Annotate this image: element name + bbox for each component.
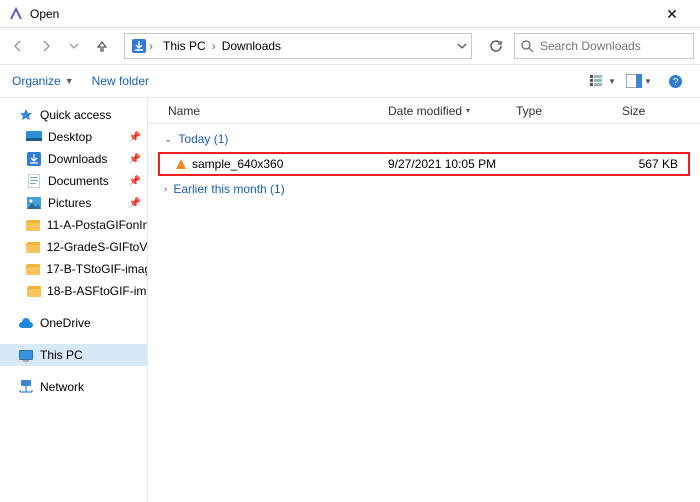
sidebar-folder-4[interactable]: 18-B-ASFtoGIF-ima	[0, 280, 147, 302]
sidebar-quick-access[interactable]: Quick access	[0, 104, 147, 126]
sidebar-label: Pictures	[48, 196, 91, 210]
organize-button[interactable]: Organize ▼	[12, 74, 74, 88]
downloads-icon	[131, 38, 147, 54]
help-button[interactable]: ?	[662, 70, 688, 92]
address-bar[interactable]: › This PC › Downloads	[124, 33, 472, 59]
sidebar-label: Downloads	[48, 152, 107, 166]
search-box[interactable]	[514, 33, 694, 59]
vlc-icon	[176, 159, 186, 169]
chevron-right-icon: ›	[149, 39, 153, 53]
window-title: Open	[30, 7, 652, 21]
new-folder-label: New folder	[92, 74, 149, 88]
downloads-icon	[26, 152, 42, 166]
toolbar: Organize ▼ New folder ▼ ▼ ?	[0, 64, 700, 98]
folder-icon	[26, 240, 41, 254]
nav-bar: › This PC › Downloads	[0, 28, 700, 64]
pin-icon: 📌	[129, 154, 141, 165]
organize-label: Organize	[12, 74, 61, 88]
view-options-button[interactable]: ▼	[590, 70, 616, 92]
sidebar-folder-2[interactable]: 12-GradeS-GIFtoVid	[0, 236, 147, 258]
chevron-down-icon: ⌄	[164, 134, 172, 145]
preview-pane-button[interactable]: ▼	[626, 70, 652, 92]
back-button[interactable]	[6, 34, 30, 58]
title-bar: Open ✕	[0, 0, 700, 28]
breadcrumb-thispc[interactable]: This PC	[157, 39, 212, 53]
folder-icon	[26, 218, 41, 232]
sidebar-pictures[interactable]: Pictures 📌	[0, 192, 147, 214]
refresh-button[interactable]	[482, 33, 510, 59]
column-date[interactable]: Date modified▾	[378, 98, 506, 123]
cloud-icon	[18, 316, 34, 330]
file-list: ⌄ Today (1) sample_640x360 9/27/2021 10:…	[148, 124, 700, 502]
breadcrumb-downloads[interactable]: Downloads	[216, 39, 287, 53]
chevron-down-icon: ▼	[608, 77, 616, 86]
up-button[interactable]	[90, 34, 114, 58]
search-icon	[521, 40, 534, 53]
sidebar-onedrive[interactable]: OneDrive	[0, 312, 147, 334]
sidebar-label: Quick access	[40, 108, 111, 122]
column-size[interactable]: Size	[612, 98, 700, 123]
chevron-right-icon: ›	[164, 184, 167, 195]
star-icon	[18, 108, 34, 122]
pin-icon: 📌	[129, 132, 141, 143]
close-button[interactable]: ✕	[652, 0, 692, 28]
sidebar-folder-3[interactable]: 17-B-TStoGIF-image	[0, 258, 147, 280]
group-earlier[interactable]: › Earlier this month (1)	[154, 178, 694, 200]
pin-icon: 📌	[129, 176, 141, 187]
sidebar-documents[interactable]: Documents 📌	[0, 170, 147, 192]
group-today[interactable]: ⌄ Today (1)	[154, 128, 694, 150]
group-label: Today (1)	[178, 132, 228, 146]
file-date: 9/27/2021 10:05 PM	[378, 157, 506, 171]
new-folder-button[interactable]: New folder	[92, 74, 149, 88]
folder-icon	[26, 262, 40, 276]
file-size: 567 KB	[612, 157, 688, 171]
network-icon	[18, 380, 34, 394]
sidebar-label: 18-B-ASFtoGIF-ima	[47, 284, 147, 298]
sidebar-label: 12-GradeS-GIFtoVid	[47, 240, 147, 254]
sidebar-label: This PC	[40, 348, 83, 362]
column-type[interactable]: Type	[506, 98, 612, 123]
file-list-area: Name Date modified▾ Type Size ⌄ Today (1…	[148, 98, 700, 502]
documents-icon	[26, 174, 42, 188]
pc-icon	[18, 348, 34, 362]
sidebar: Quick access Desktop 📌 Downloads 📌 Docum…	[0, 98, 148, 502]
column-headers: Name Date modified▾ Type Size	[148, 98, 700, 124]
search-input[interactable]	[540, 39, 687, 53]
address-dropdown[interactable]	[457, 41, 467, 51]
svg-text:?: ?	[672, 77, 678, 88]
sidebar-label: Desktop	[48, 130, 92, 144]
sidebar-this-pc[interactable]: This PC	[0, 344, 147, 366]
sidebar-label: 11-A-PostaGIFonIns	[47, 218, 147, 232]
chevron-down-icon: ▼	[644, 77, 652, 86]
desktop-icon	[26, 130, 42, 144]
file-row[interactable]: sample_640x360 9/27/2021 10:05 PM 567 KB	[158, 152, 690, 176]
chevron-down-icon: ▼	[65, 76, 74, 86]
recent-dropdown[interactable]	[62, 34, 86, 58]
breadcrumb-root[interactable]: ›	[127, 38, 157, 54]
chevron-down-icon: ▾	[466, 106, 470, 115]
folder-icon	[26, 284, 41, 298]
sidebar-downloads[interactable]: Downloads 📌	[0, 148, 147, 170]
pin-icon: 📌	[129, 198, 141, 209]
app-icon	[8, 6, 24, 22]
sidebar-folder-1[interactable]: 11-A-PostaGIFonIns	[0, 214, 147, 236]
sidebar-label: Network	[40, 380, 84, 394]
forward-button[interactable]	[34, 34, 58, 58]
group-label: Earlier this month (1)	[173, 182, 284, 196]
sidebar-label: Documents	[48, 174, 109, 188]
sidebar-label: OneDrive	[40, 316, 91, 330]
sidebar-label: 17-B-TStoGIF-image	[46, 262, 147, 276]
column-name[interactable]: Name	[148, 98, 378, 123]
pictures-icon	[26, 196, 42, 210]
sidebar-desktop[interactable]: Desktop 📌	[0, 126, 147, 148]
file-name: sample_640x360	[192, 157, 283, 171]
sidebar-network[interactable]: Network	[0, 376, 147, 398]
